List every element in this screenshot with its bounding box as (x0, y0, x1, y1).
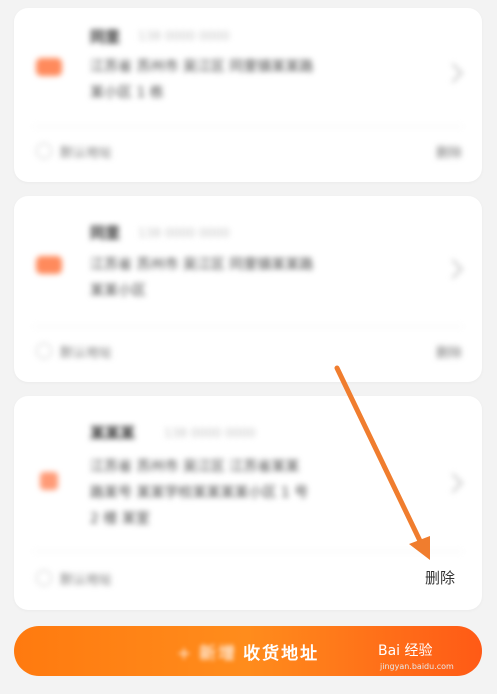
baidu-watermark: Bai 经验 jingyan.baidu.com (378, 640, 454, 671)
address-card[interactable]: 同里 138 0000 0000 江苏省 苏州市 吴江区 同里镇某某路 某小区 … (14, 8, 482, 182)
add-address-label: 收货地址 (243, 643, 320, 664)
plus-icon: + (176, 643, 194, 664)
address-text: 江苏省 苏州市 吴江区 同里镇某某路 某某小区 (90, 257, 314, 299)
address-card[interactable]: 同里 138 0000 0000 江苏省 苏州市 吴江区 同里镇某某路 某某小区… (14, 196, 482, 382)
divider (32, 551, 464, 552)
edit-arrow-icon[interactable] (443, 63, 463, 83)
default-label: 默认地址 (60, 346, 113, 361)
recipient-phone: 138 0000 0000 (138, 29, 230, 43)
location-icon (40, 472, 58, 490)
divider (32, 126, 464, 127)
location-icon (36, 256, 62, 274)
default-radio[interactable] (36, 343, 52, 359)
location-icon (36, 58, 62, 76)
divider (32, 326, 464, 327)
edit-arrow-icon[interactable] (443, 473, 463, 493)
default-radio[interactable] (36, 570, 52, 586)
address-text: 江苏省 苏州市 吴江区 同里镇某某路 某小区 1 栋 (90, 59, 314, 101)
default-label: 默认地址 (60, 573, 113, 588)
add-label-blurred: 新增 (199, 643, 238, 664)
watermark-logo-text: Bai 经验 (378, 643, 433, 659)
recipient-phone: 138 0000 0000 (164, 426, 256, 440)
delete-link[interactable]: 删除 (436, 342, 462, 361)
default-label: 默认地址 (60, 146, 113, 161)
recipient-name: 同里 (90, 28, 121, 46)
delete-button[interactable]: 删除 (425, 567, 455, 588)
address-card[interactable]: 某某某 138 0000 0000 江苏省 苏州市 吴江区 江苏省某某 路某号 … (14, 396, 482, 610)
recipient-name: 某某某 (90, 424, 136, 442)
recipient-phone: 138 0000 0000 (138, 226, 230, 240)
delete-link[interactable]: 删除 (436, 142, 462, 161)
recipient-name: 同里 (90, 224, 121, 242)
edit-arrow-icon[interactable] (443, 259, 463, 279)
default-radio[interactable] (36, 143, 52, 159)
watermark-url: jingyan.baidu.com (380, 662, 454, 671)
address-text: 江苏省 苏州市 吴江区 江苏省某某 路某号 某某学校某某某某小区 1 号 2 楼… (90, 459, 309, 527)
